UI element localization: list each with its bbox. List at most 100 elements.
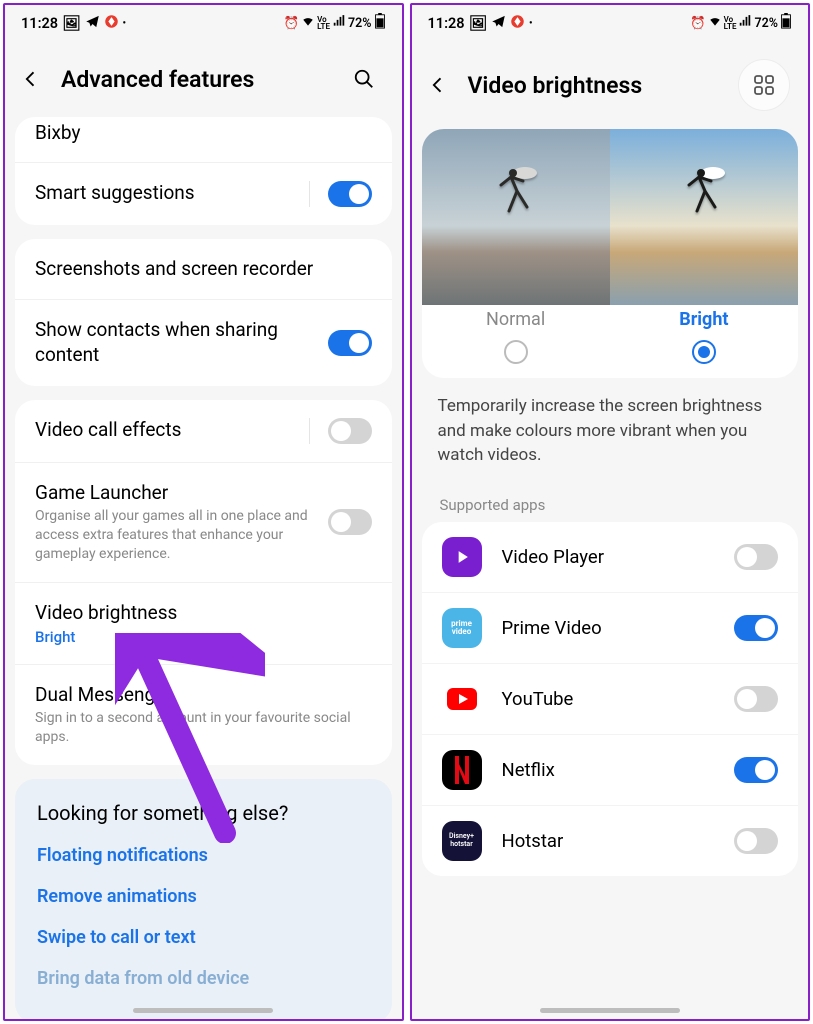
toggle-video-player[interactable] [734,544,778,570]
toggle-smart-suggestions[interactable] [328,181,372,207]
card-bixby-group: Bixby Smart suggestions [15,117,392,225]
prime-video-icon: primevideo [442,608,482,648]
status-gallery-icon: 🖼 [62,15,80,32]
app-name: YouTube [502,688,715,710]
preview-bright [610,129,798,305]
divider [309,418,310,444]
card-video-group: Video call effects Game Launcher Organis… [15,400,392,766]
toggle-show-contacts[interactable] [328,330,372,356]
label-dual-messenger: Dual Messenger [35,683,372,708]
app-name: Video Player [502,546,715,568]
status-bar: 11:28 🖼 • ⏰ VoLTE 72% [412,5,809,41]
status-wifi-icon [301,14,315,32]
radio-bright[interactable] [692,340,716,364]
sub-dual-messenger: Sign in to a second account in your favo… [35,709,372,747]
app-row-youtube[interactable]: YouTube [422,663,799,734]
mode-option-normal[interactable]: Normal [422,309,610,364]
back-button[interactable] [17,65,45,93]
label-smart-suggestions: Smart suggestions [35,181,297,206]
toggle-netflix[interactable] [734,757,778,783]
preview-card: Normal Bright [422,129,799,378]
description: Temporarily increase the screen brightne… [422,394,799,490]
apps-grid-button[interactable] [738,59,790,111]
row-video-call-effects[interactable]: Video call effects [15,400,392,462]
status-dot-icon: • [529,18,533,29]
app-row-netflix[interactable]: Netflix [422,734,799,805]
row-screenshots[interactable]: Screenshots and screen recorder [15,239,392,300]
page-title: Video brightness [468,72,723,99]
status-time: 11:28 [428,15,465,32]
status-telegram-icon [491,14,506,33]
radio-normal[interactable] [504,340,528,364]
label-show-contacts: Show contacts when sharing content [35,318,316,367]
status-volte: VoLTE [724,16,737,30]
mode-option-bright[interactable]: Bright [610,309,798,364]
status-wifi-icon [708,14,722,32]
link-bring-data[interactable]: Bring data from old device [37,968,370,989]
settings-list[interactable]: Bixby Smart suggestions Screenshots and … [5,117,402,1019]
row-game-launcher[interactable]: Game Launcher Organise all your games al… [15,462,392,582]
status-battery-text: 72% [348,16,372,31]
video-player-icon [442,537,482,577]
app-row-prime-video[interactable]: primevideo Prime Video [422,592,799,663]
row-video-brightness[interactable]: Video brightness Bright [15,582,392,664]
status-bar: 11:28 🖼 • ⏰ VoLTE 72% [5,5,402,41]
supported-apps-card: Video Player primevideo Prime Video YouT… [422,522,799,876]
header: Video brightness [412,41,809,129]
link-floating-notifications[interactable]: Floating notifications [37,845,370,866]
toggle-youtube[interactable] [734,686,778,712]
link-swipe-to-call[interactable]: Swipe to call or text [37,927,370,948]
toggle-prime-video[interactable] [734,615,778,641]
status-volte: VoLTE [317,16,330,30]
toggle-game-launcher[interactable] [328,509,372,535]
label-bright: Bright [610,309,798,330]
app-name: Prime Video [502,617,715,639]
row-bixby[interactable]: Bixby [15,117,392,162]
status-alarm-icon: ⏰ [690,16,706,31]
status-time: 11:28 [21,15,58,32]
back-button[interactable] [424,71,452,99]
value-video-brightness: Bright [35,628,372,646]
search-button[interactable] [344,59,384,99]
divider [309,181,310,207]
phone-left-advanced-features: 11:28 🖼 • ⏰ VoLTE 72% Advanced features … [3,3,404,1021]
header: Advanced features [5,41,402,117]
app-row-hotstar[interactable]: Disney+hotstar Hotstar [422,805,799,876]
label-screenshots: Screenshots and screen recorder [35,257,372,282]
youtube-icon [442,679,482,719]
label-video-call: Video call effects [35,418,297,443]
hotstar-icon: Disney+hotstar [442,821,482,861]
status-alarm-icon: ⏰ [284,16,300,31]
status-gallery-icon: 🖼 [469,15,487,32]
label-normal: Normal [422,309,610,330]
status-diamond-icon [510,14,525,33]
status-dot-icon: • [123,18,127,29]
status-telegram-icon [85,14,100,33]
page-title: Advanced features [61,66,328,93]
status-signal-icon [738,14,752,32]
status-battery-icon [780,13,792,33]
app-name: Netflix [502,759,715,781]
mode-select: Normal Bright [422,305,799,378]
sub-game-launcher: Organise all your games all in one place… [35,507,316,564]
status-battery-icon [374,13,386,33]
navigation-handle[interactable] [133,1008,273,1013]
row-show-contacts[interactable]: Show contacts when sharing content [15,299,392,385]
phone-right-video-brightness: 11:28 🖼 • ⏰ VoLTE 72% Video brightness [410,3,811,1021]
preview-normal [422,129,610,305]
row-smart-suggestions[interactable]: Smart suggestions [15,162,392,225]
status-battery-text: 72% [754,16,778,31]
toggle-video-call-effects[interactable] [328,418,372,444]
navigation-handle[interactable] [540,1008,680,1013]
label-bixby: Bixby [35,121,372,146]
link-remove-animations[interactable]: Remove animations [37,886,370,907]
video-brightness-content[interactable]: Normal Bright Temporarily increase the s… [412,129,809,1019]
row-dual-messenger[interactable]: Dual Messenger Sign in to a second accou… [15,664,392,765]
suggest-title: Looking for something else? [37,801,370,825]
toggle-hotstar[interactable] [734,828,778,854]
label-game-launcher: Game Launcher [35,481,316,506]
status-diamond-icon [104,14,119,33]
app-row-video-player[interactable]: Video Player [422,522,799,592]
label-video-brightness: Video brightness [35,601,372,626]
supported-apps-label: Supported apps [422,490,799,522]
